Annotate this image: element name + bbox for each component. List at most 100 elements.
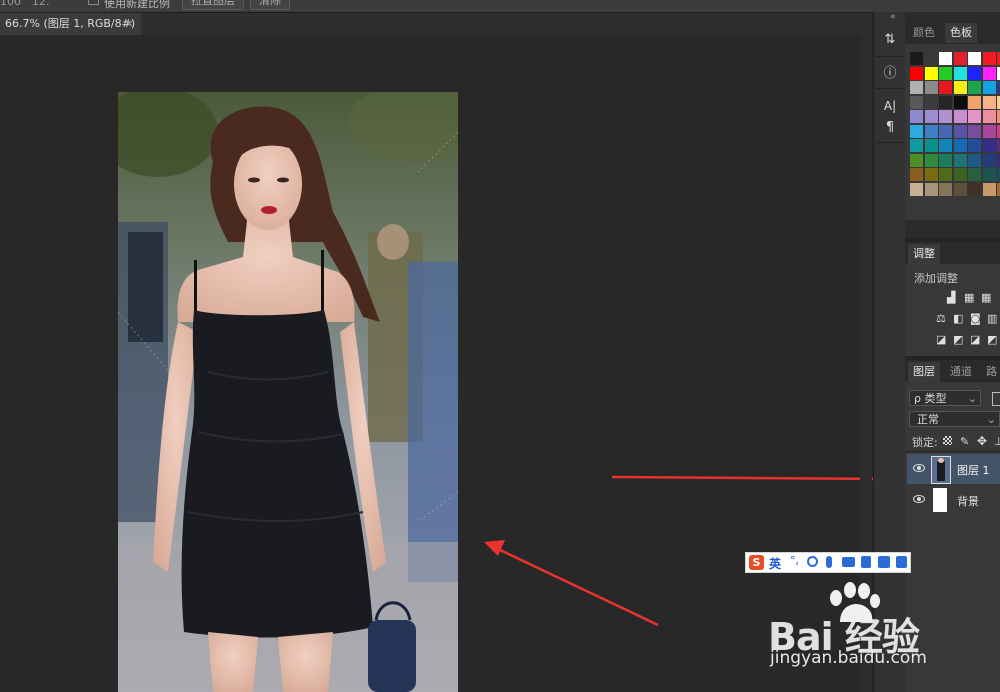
skin-shirt-icon[interactable] — [878, 556, 890, 568]
ime-language-toggle[interactable]: 英 — [769, 555, 781, 572]
color-swatch[interactable] — [924, 182, 938, 196]
color-swatch[interactable] — [910, 124, 923, 138]
color-swatch[interactable] — [982, 168, 996, 181]
character-icon[interactable]: A| — [880, 96, 900, 116]
threshold-icon[interactable]: ◩ — [987, 333, 997, 346]
color-swatch[interactable] — [982, 81, 996, 94]
arrange-icon[interactable]: ⇅ — [880, 30, 900, 50]
color-swatch[interactable] — [910, 168, 923, 181]
color-swatch[interactable] — [982, 139, 996, 152]
bw-icon[interactable]: ▥ — [987, 312, 997, 325]
color-swatch[interactable] — [924, 95, 938, 109]
color-swatch[interactable] — [924, 168, 938, 181]
color-swatch[interactable] — [982, 124, 996, 138]
color-swatch[interactable] — [953, 124, 967, 138]
color-swatch[interactable] — [953, 66, 967, 80]
layer-row-background[interactable]: 背景 — [907, 485, 1000, 515]
color-swatch[interactable] — [924, 81, 938, 94]
color-swatch[interactable] — [968, 110, 981, 123]
color-swatch[interactable] — [953, 110, 967, 123]
color-swatch[interactable] — [939, 110, 952, 123]
photo-filter-icon[interactable]: ◪ — [936, 333, 946, 346]
lock-artboard-icon[interactable]: ⊥ — [994, 435, 1000, 448]
color-swatch[interactable] — [939, 52, 952, 65]
color-swatch[interactable] — [953, 139, 967, 152]
color-swatch[interactable] — [968, 168, 981, 181]
color-swatch[interactable] — [968, 139, 981, 152]
color-swatch[interactable] — [953, 182, 967, 196]
user-icon[interactable] — [861, 556, 871, 568]
color-swatch[interactable] — [910, 81, 923, 94]
layer-filter-select[interactable]: ρ 类型 ⌄ — [909, 390, 981, 406]
color-swatch[interactable] — [939, 153, 952, 167]
color-swatch[interactable] — [910, 52, 923, 65]
visibility-eye-icon[interactable] — [913, 495, 925, 503]
color-swatch[interactable] — [924, 66, 938, 80]
color-swatch[interactable] — [982, 153, 996, 167]
color-swatch[interactable] — [924, 153, 938, 167]
tab-swatches[interactable]: 色板 — [945, 23, 977, 43]
color-swatch[interactable] — [982, 182, 996, 196]
info-icon[interactable]: ⓘ — [880, 64, 900, 84]
blend-mode-select[interactable]: 正常 ⌄ — [909, 411, 1000, 427]
color-swatch[interactable] — [982, 110, 996, 123]
visibility-eye-icon[interactable] — [913, 464, 925, 472]
filter-pixel-icon[interactable] — [992, 392, 1000, 406]
ime-logo-icon[interactable]: S — [749, 555, 764, 570]
color-swatch[interactable] — [924, 110, 938, 123]
collapse-panels-icon[interactable]: « — [890, 12, 896, 22]
color-swatch[interactable] — [968, 124, 981, 138]
color-swatch[interactable] — [982, 52, 996, 65]
layer-row-layer1[interactable]: 图层 1 — [907, 454, 1000, 484]
color-swatch[interactable] — [968, 95, 981, 109]
color-swatch[interactable] — [982, 66, 996, 80]
hue-icon[interactable]: ◧ — [953, 312, 963, 325]
color-swatch[interactable] — [910, 66, 923, 80]
tab-layers[interactable]: 图层 — [908, 362, 940, 382]
color-swatch[interactable] — [924, 139, 938, 152]
balance-icon[interactable]: ◙ — [970, 312, 981, 325]
color-swatch[interactable] — [953, 168, 967, 181]
ime-toolbar[interactable]: S 英 °, — [745, 552, 911, 573]
paragraph-icon[interactable]: ¶ — [880, 118, 900, 138]
color-swatch[interactable] — [968, 153, 981, 167]
color-swatch[interactable] — [939, 66, 952, 80]
color-swatch[interactable] — [910, 95, 923, 109]
color-swatch[interactable] — [939, 182, 952, 196]
tab-adjustments[interactable]: 调整 — [908, 244, 940, 264]
tab-channels[interactable]: 通道 — [945, 362, 977, 382]
color-swatch[interactable] — [953, 153, 967, 167]
lock-transparent-icon[interactable] — [943, 436, 952, 445]
color-swatch[interactable] — [939, 168, 952, 181]
color-swatch[interactable] — [939, 139, 952, 152]
color-swatch[interactable] — [910, 110, 923, 123]
toolbox-grid-icon[interactable] — [896, 556, 907, 568]
ime-punctuation-toggle[interactable]: °, — [790, 554, 799, 567]
emoji-icon[interactable] — [807, 556, 818, 567]
color-swatch[interactable] — [924, 124, 938, 138]
curves-icon[interactable]: ▦ — [964, 291, 974, 304]
vibrance-icon[interactable]: ⚖ — [936, 312, 946, 325]
color-swatch[interactable] — [982, 95, 996, 109]
invert-icon[interactable]: ◩ — [953, 333, 963, 346]
exposure-icon[interactable]: ▦ — [981, 291, 991, 304]
microphone-icon[interactable] — [826, 556, 832, 568]
color-swatch[interactable] — [910, 182, 923, 196]
levels-icon[interactable]: ▟ — [947, 291, 955, 304]
color-swatch[interactable] — [910, 139, 923, 152]
lock-move-icon[interactable]: ✥ — [977, 434, 987, 448]
color-swatch[interactable] — [939, 124, 952, 138]
lock-paint-icon[interactable]: ✎ — [960, 435, 969, 448]
keyboard-icon[interactable] — [842, 557, 855, 567]
color-swatch[interactable] — [910, 153, 923, 167]
color-swatch[interactable] — [968, 182, 981, 196]
color-swatch[interactable] — [953, 81, 967, 94]
color-swatch[interactable] — [953, 52, 967, 65]
color-swatch[interactable] — [968, 66, 981, 80]
color-swatch[interactable] — [953, 95, 967, 109]
color-swatch[interactable] — [939, 95, 952, 109]
color-swatch[interactable] — [939, 81, 952, 94]
color-swatch[interactable] — [968, 52, 981, 65]
tab-color[interactable]: 颜色 — [908, 23, 940, 43]
posterize-icon[interactable]: ◪ — [970, 333, 980, 346]
